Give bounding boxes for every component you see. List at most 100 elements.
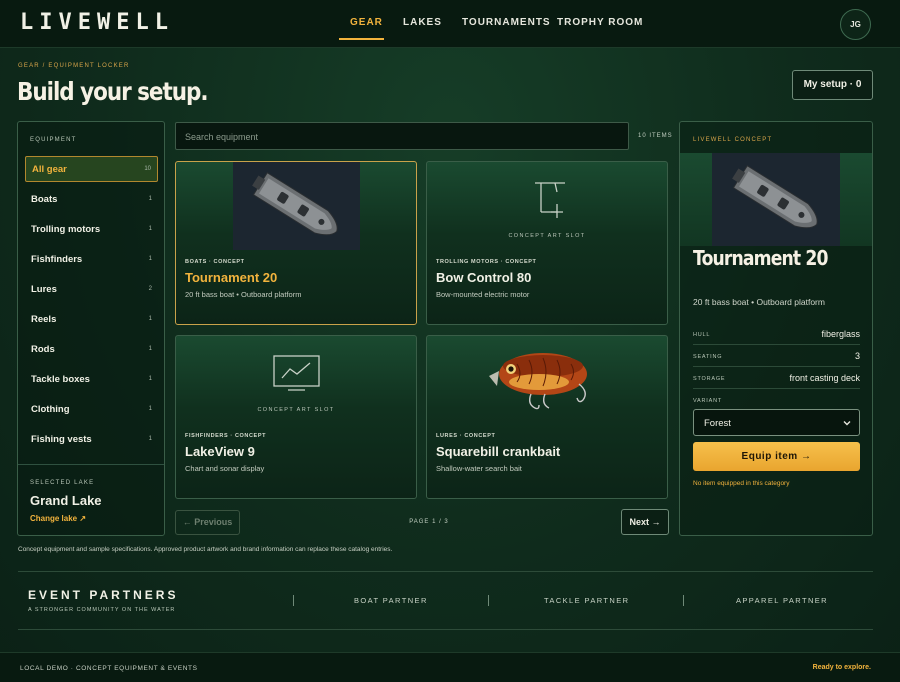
variant-heading: VARIANT xyxy=(693,398,723,404)
previous-page-button[interactable]: ← Previous xyxy=(175,510,240,535)
partner-tackle: TACKLE PARTNER xyxy=(544,596,630,605)
card-title: Tournament 20 xyxy=(185,270,278,285)
partners-title: EVENT PARTNERS xyxy=(28,588,179,602)
sidebar-heading: EQUIPMENT xyxy=(30,137,77,143)
equipment-detail-panel: LIVEWELL CONCEPT Tournament 20 20 ft bas… xyxy=(679,121,873,536)
sidebar-item-label: Fishfinders xyxy=(31,254,83,265)
top-navigation-bar: LIVEWELL GEAR LAKES TOURNAMENTS TROPHY R… xyxy=(0,0,900,48)
equip-status-note: No item equipped in this category xyxy=(693,480,790,487)
sidebar-item-label: Reels xyxy=(31,314,57,325)
equipment-card-lakeview-9[interactable]: CONCEPT ART SLOT FISHFINDERS · CONCEPT L… xyxy=(175,335,417,499)
footer-status: Ready to explore. xyxy=(812,664,871,671)
card-category: LURES · CONCEPT xyxy=(436,433,496,439)
card-title: Squarebill crankbait xyxy=(436,444,561,459)
sidebar-item-label: Tackle boxes xyxy=(31,374,90,385)
event-partners-section: EVENT PARTNERS A STRONGER COMMUNITY ON T… xyxy=(18,571,873,630)
equipment-card-bow-control-80[interactable]: CONCEPT ART SLOT TROLLING MOTORS · CONCE… xyxy=(426,161,668,325)
card-subtitle: Shallow-water search bait xyxy=(436,464,522,473)
spec-row-storage: STORAGE front casting deck xyxy=(693,369,860,389)
spec-key: SEATING xyxy=(693,354,723,360)
detail-title: Tournament 20 xyxy=(693,246,829,270)
sidebar-item-lures[interactable]: Lures 2 xyxy=(25,277,158,303)
sidebar-item-count: 1 xyxy=(148,436,152,442)
my-setup-button[interactable]: My setup · 0 xyxy=(792,70,873,100)
sidebar-item-trolling-motors[interactable]: Trolling motors 1 xyxy=(25,217,158,243)
sidebar-item-count: 1 xyxy=(148,226,152,232)
detail-eyebrow: LIVEWELL CONCEPT xyxy=(693,137,773,143)
sidebar-item-label: Clothing xyxy=(31,404,70,415)
change-lake-link[interactable]: Change lake ↗ xyxy=(30,514,86,523)
sidebar-item-all-gear[interactable]: All gear 10 xyxy=(25,156,158,182)
sidebar-item-fishfinders[interactable]: Fishfinders 1 xyxy=(25,247,158,273)
sidebar-item-count: 1 xyxy=(148,316,152,322)
sidebar-item-fishing-vests[interactable]: Fishing vests 1 xyxy=(25,427,158,453)
sidebar-divider xyxy=(18,464,164,465)
sidebar-item-label: Fishing vests xyxy=(31,434,92,445)
search-placeholder: Search equipment xyxy=(185,132,259,142)
sidebar-item-clothing[interactable]: Clothing 1 xyxy=(25,397,158,423)
sidebar-item-label: Lures xyxy=(31,284,57,295)
footer-label: LOCAL DEMO · CONCEPT EQUIPMENT & EVENTS xyxy=(20,665,198,672)
equip-item-button[interactable]: Equip item → xyxy=(693,442,860,471)
nav-trophy-room[interactable]: TROPHY ROOM xyxy=(557,17,643,28)
sidebar-item-tackle-boxes[interactable]: Tackle boxes 1 xyxy=(25,367,158,393)
page-title: Build your setup. xyxy=(17,77,209,106)
card-category: BOATS · CONCEPT xyxy=(185,259,245,265)
items-count: 10 ITEMS xyxy=(638,133,673,139)
search-input[interactable]: Search equipment xyxy=(175,122,629,150)
sidebar-item-reels[interactable]: Reels 1 xyxy=(25,307,158,333)
detail-subtitle: 20 ft bass boat • Outboard platform xyxy=(693,297,825,307)
partner-apparel: APPAREL PARTNER xyxy=(736,596,828,605)
livewell-logo[interactable]: LIVEWELL xyxy=(20,10,174,35)
chevron-down-icon xyxy=(841,416,853,434)
sidebar-item-count: 10 xyxy=(144,166,151,172)
card-category: TROLLING MOTORS · CONCEPT xyxy=(436,259,537,265)
nav-lakes[interactable]: LAKES xyxy=(403,17,442,28)
sidebar-item-count: 1 xyxy=(148,196,152,202)
card-title: LakeView 9 xyxy=(185,444,255,459)
sidebar-item-label: All gear xyxy=(32,164,67,175)
variant-select[interactable]: Forest xyxy=(693,409,860,436)
equipment-card-squarebill-crankbait[interactable]: LURES · CONCEPT Squarebill crankbait Sha… xyxy=(426,335,668,499)
spec-value: fiberglass xyxy=(821,329,860,339)
sidebar-item-boats[interactable]: Boats 1 xyxy=(25,187,158,213)
catalog-disclaimer: Concept equipment and sample specificati… xyxy=(18,546,393,553)
sidebar-item-count: 1 xyxy=(148,346,152,352)
sidebar-item-label: Rods xyxy=(31,344,55,355)
spec-row-seating: SEATING 3 xyxy=(693,347,860,367)
nav-gear[interactable]: GEAR xyxy=(350,17,383,28)
spec-value: 3 xyxy=(854,351,860,361)
boat-detail-image xyxy=(680,153,872,246)
card-category: FISHFINDERS · CONCEPT xyxy=(185,433,267,439)
boat-image xyxy=(176,162,416,250)
partner-divider xyxy=(488,595,489,606)
partner-boat: BOAT PARTNER xyxy=(354,596,428,605)
breadcrumb: GEAR / EQUIPMENT LOCKER xyxy=(18,63,130,69)
sidebar-item-count: 1 xyxy=(148,376,152,382)
spec-key: HULL xyxy=(693,332,711,338)
sidebar-item-count: 1 xyxy=(148,406,152,412)
spec-key: STORAGE xyxy=(693,376,726,382)
card-subtitle: Chart and sonar display xyxy=(185,464,265,473)
equipment-sidebar: EQUIPMENT All gear 10 Boats 1 Trolling m… xyxy=(17,121,165,536)
footer: LOCAL DEMO · CONCEPT EQUIPMENT & EVENTS … xyxy=(0,652,900,682)
variant-selected-value: Forest xyxy=(704,418,731,429)
sidebar-item-label: Trolling motors xyxy=(31,224,101,235)
equipment-card-tournament-20[interactable]: BOATS · CONCEPT Tournament 20 20 ft bass… xyxy=(175,161,417,325)
sidebar-item-count: 2 xyxy=(148,286,152,292)
user-avatar[interactable]: JG xyxy=(840,9,871,40)
card-subtitle: 20 ft bass boat • Outboard platform xyxy=(185,290,302,299)
sidebar-item-rods[interactable]: Rods 1 xyxy=(25,337,158,363)
selected-lake-heading: SELECTED LAKE xyxy=(30,480,95,486)
sidebar-item-label: Boats xyxy=(31,194,58,205)
nav-tournaments[interactable]: TOURNAMENTS xyxy=(462,17,551,28)
crankbait-image xyxy=(427,336,667,424)
card-title: Bow Control 80 xyxy=(436,270,532,285)
partner-divider xyxy=(683,595,684,606)
nav-active-indicator xyxy=(339,38,384,40)
concept-art-slot-label: CONCEPT ART SLOT xyxy=(508,233,586,239)
sidebar-item-count: 1 xyxy=(148,256,152,262)
card-subtitle: Bow-mounted electric motor xyxy=(436,290,530,299)
next-page-button[interactable]: Next → xyxy=(621,509,669,535)
spec-value: front casting deck xyxy=(789,373,860,383)
